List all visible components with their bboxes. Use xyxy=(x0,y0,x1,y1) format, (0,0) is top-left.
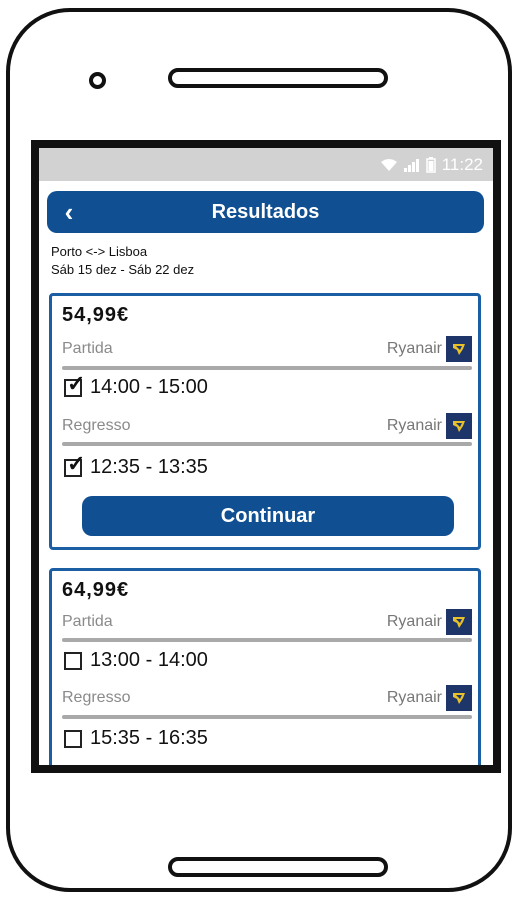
outbound-checkbox[interactable]: ✓ xyxy=(64,372,85,397)
ryanair-logo-icon xyxy=(446,413,472,439)
outbound-flight-option[interactable]: 13:00 - 14:00 xyxy=(64,649,208,672)
battery-icon xyxy=(425,156,436,173)
return-label: Regresso xyxy=(62,417,131,434)
divider xyxy=(62,715,472,719)
status-bar: 11:22 xyxy=(39,148,493,181)
divider xyxy=(62,638,472,642)
return-checkbox[interactable] xyxy=(64,729,82,748)
camera-icon xyxy=(89,72,106,89)
price: 64,99€ xyxy=(62,579,130,601)
chevron-left-icon: ‹ xyxy=(64,196,74,227)
divider xyxy=(62,442,472,446)
speaker-grille xyxy=(168,68,388,88)
return-flight-option[interactable]: 15:35 - 16:35 xyxy=(64,727,208,750)
return-time: 15:35 - 16:35 xyxy=(90,727,208,749)
outbound-flight-option[interactable]: ✓ 14:00 - 15:00 xyxy=(64,372,208,399)
ryanair-logo-icon xyxy=(446,336,472,362)
status-time: 11:22 xyxy=(441,154,483,174)
back-button[interactable]: ‹ xyxy=(57,196,81,227)
route-dates: Sáb 15 dez - Sáb 22 dez xyxy=(51,262,195,277)
wifi-icon xyxy=(380,158,398,172)
app-header: ‹ Resultados xyxy=(47,191,484,233)
return-checkbox[interactable]: ✓ xyxy=(64,452,85,477)
home-button[interactable] xyxy=(168,857,388,877)
page-title: Resultados xyxy=(211,200,320,223)
return-airline: Ryanair xyxy=(386,689,442,706)
result-card[interactable]: 54,99€ Partida Ryanair ✓ 14:00 - 15:00 R… xyxy=(49,293,481,550)
return-time: 12:35 - 13:35 xyxy=(90,456,208,478)
outbound-airline: Ryanair xyxy=(386,613,442,630)
phone-screen: 11:22 ‹ Resultados Porto <-> Lisboa Sáb … xyxy=(31,140,501,773)
outbound-time: 14:00 - 15:00 xyxy=(90,376,208,398)
price: 54,99€ xyxy=(62,304,130,326)
divider xyxy=(62,366,472,370)
outbound-time: 13:00 - 14:00 xyxy=(90,649,208,671)
check-icon: ✓ xyxy=(67,370,86,396)
result-card[interactable]: 64,99€ Partida Ryanair 13:00 - 14:00 Reg… xyxy=(49,568,481,765)
outbound-checkbox[interactable] xyxy=(64,651,82,670)
continue-button[interactable]: Continuar xyxy=(82,496,454,536)
outbound-airline: Ryanair xyxy=(386,340,442,357)
route-info: Porto <-> Lisboa Sáb 15 dez - Sáb 22 dez xyxy=(51,243,194,279)
ryanair-logo-icon xyxy=(446,609,472,635)
route-cities: Porto <-> Lisboa xyxy=(51,244,148,259)
signal-icon xyxy=(403,158,420,172)
return-airline: Ryanair xyxy=(386,417,442,434)
return-flight-option[interactable]: ✓ 12:35 - 13:35 xyxy=(64,452,208,479)
outbound-label: Partida xyxy=(62,613,113,630)
ryanair-logo-icon xyxy=(446,685,472,711)
return-label: Regresso xyxy=(62,689,131,706)
check-icon: ✓ xyxy=(67,450,86,476)
outbound-label: Partida xyxy=(62,340,113,357)
